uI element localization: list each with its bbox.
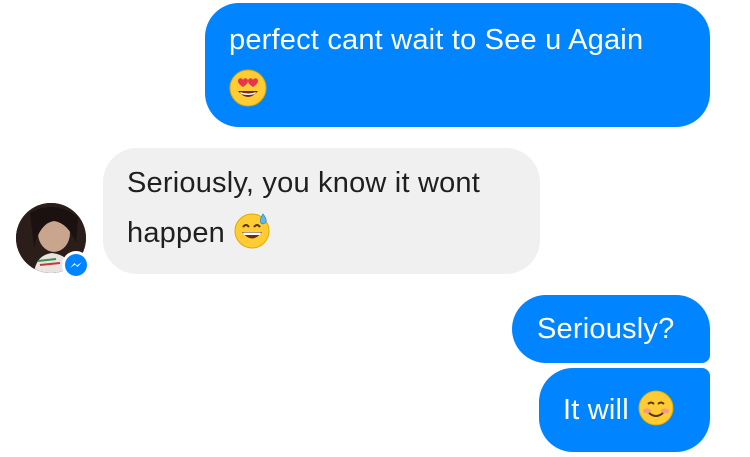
grinning-sweat-emoji-icon: [233, 212, 271, 250]
messenger-badge: [62, 251, 90, 279]
outgoing-message-bubble[interactable]: Seriously?: [512, 295, 710, 363]
message-text: perfect cant wait to See u Again: [229, 24, 644, 56]
message-text: Seriously?: [537, 313, 675, 345]
message-text: happen: [127, 217, 225, 249]
incoming-message-bubble[interactable]: Seriously, you know it wont happen: [103, 148, 540, 274]
message-text: Seriously, you know it wont: [127, 167, 481, 199]
outgoing-message-bubble[interactable]: It will: [539, 368, 710, 452]
messenger-icon: [65, 254, 87, 276]
heart-eyes-emoji-icon: [229, 69, 267, 107]
outgoing-message-bubble[interactable]: perfect cant wait to See u Again: [205, 3, 710, 127]
message-text: It will: [563, 394, 629, 426]
smiling-blush-emoji-icon: [637, 389, 675, 427]
